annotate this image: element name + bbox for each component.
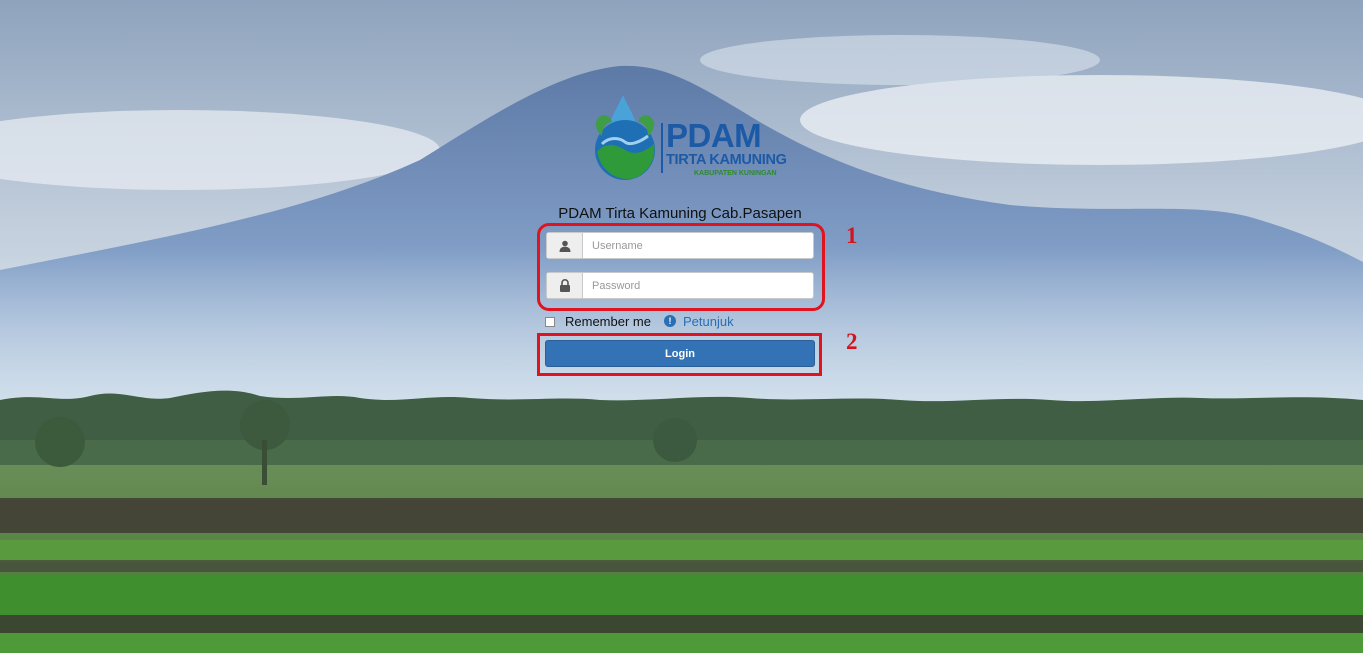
petunjuk-link[interactable]: ! Petunjuk bbox=[664, 312, 734, 330]
remember-me-checkbox[interactable] bbox=[545, 317, 555, 327]
logo-subtitle: TIRTA KAMUNING bbox=[666, 152, 787, 168]
pdam-logo: PDAM TIRTA KAMUNING KABUPATEN KUNINGAN bbox=[590, 92, 787, 187]
annotation-highlight-login bbox=[537, 333, 822, 376]
logo-region: KABUPATEN KUNINGAN bbox=[694, 170, 777, 177]
info-icon: ! bbox=[664, 315, 676, 327]
remember-me-label: Remember me bbox=[565, 313, 651, 329]
app-title: PDAM Tirta Kamuning Cab.Pasapen bbox=[558, 205, 802, 222]
annotation-highlight-credentials bbox=[537, 223, 825, 311]
petunjuk-label: Petunjuk bbox=[683, 313, 734, 329]
logo-title: PDAM bbox=[666, 117, 762, 154]
annotation-number-1: 1 bbox=[846, 223, 858, 248]
logo-divider bbox=[661, 123, 663, 173]
annotation-number-2: 2 bbox=[846, 329, 858, 354]
water-drop-logo-icon bbox=[595, 95, 655, 180]
remember-me[interactable]: Remember me bbox=[545, 312, 651, 330]
